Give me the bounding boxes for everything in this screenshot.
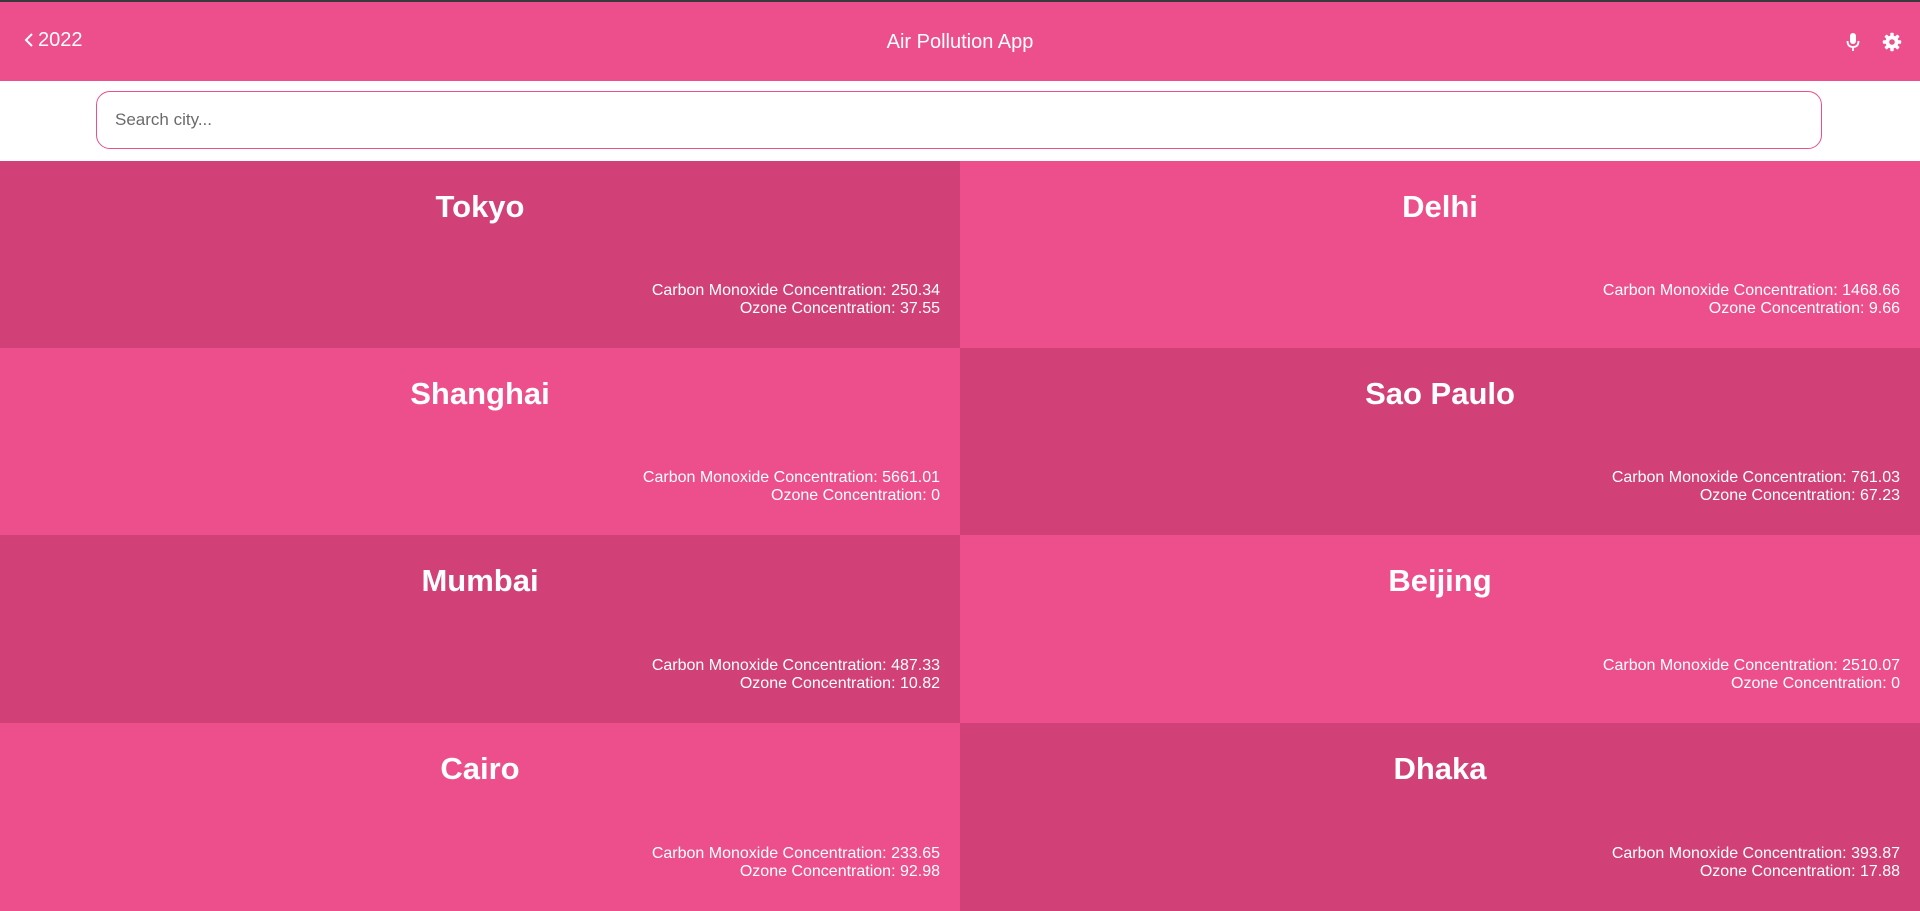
page-title: Air Pollution App: [886, 31, 1034, 53]
co-concentration: Carbon Monoxide Concentration: 233.65: [651, 845, 940, 862]
search-input[interactable]: [96, 91, 1822, 149]
city-stats: Carbon Monoxide Concentration: 761.03 Oz…: [1612, 469, 1900, 505]
city-stats: Carbon Monoxide Concentration: 250.34 Oz…: [652, 282, 940, 318]
city-grid: Tokyo Carbon Monoxide Concentration: 250…: [0, 161, 1920, 911]
appbar-actions: [1846, 32, 1902, 57]
city-card-mumbai[interactable]: Mumbai Carbon Monoxide Concentration: 48…: [0, 535, 960, 723]
co-concentration: Carbon Monoxide Concentration: 5661.01: [642, 469, 940, 486]
microphone-icon[interactable]: [1846, 32, 1860, 57]
ozone-concentration: Ozone Concentration: 9.66: [1708, 300, 1900, 317]
gear-icon[interactable]: [1882, 32, 1902, 57]
ozone-concentration: Ozone Concentration: 17.88: [1699, 863, 1900, 880]
co-concentration: Carbon Monoxide Concentration: 487.33: [651, 657, 940, 674]
city-card-dhaka[interactable]: Dhaka Carbon Monoxide Concentration: 393…: [960, 723, 1920, 911]
ozone-concentration: Ozone Concentration: 10.82: [739, 675, 940, 692]
city-stats: Carbon Monoxide Concentration: 2510.07 O…: [1603, 657, 1900, 693]
ozone-concentration: Ozone Concentration: 67.23: [1699, 487, 1900, 504]
city-name: Mumbai: [421, 563, 539, 598]
ozone-concentration: Ozone Concentration: 92.98: [739, 863, 940, 880]
city-name: Tokyo: [435, 189, 525, 224]
city-stats: Carbon Monoxide Concentration: 393.87 Oz…: [1612, 845, 1900, 881]
city-card-cairo[interactable]: Cairo Carbon Monoxide Concentration: 233…: [0, 723, 960, 911]
city-stats: Carbon Monoxide Concentration: 233.65 Oz…: [652, 845, 940, 881]
co-concentration: Carbon Monoxide Concentration: 393.87: [1611, 845, 1900, 862]
city-name: Shanghai: [410, 376, 550, 411]
co-concentration: Carbon Monoxide Concentration: 761.03: [1611, 469, 1900, 486]
city-name: Beijing: [1388, 563, 1492, 598]
co-concentration: Carbon Monoxide Concentration: 250.34: [651, 282, 940, 299]
city-stats: Carbon Monoxide Concentration: 5661.01 O…: [643, 469, 940, 505]
ozone-concentration: Ozone Concentration: 0: [1731, 675, 1900, 692]
city-stats: Carbon Monoxide Concentration: 1468.66 O…: [1603, 282, 1900, 318]
search-bar: [0, 81, 1920, 161]
app-bar: 2022 Air Pollution App: [0, 2, 1920, 81]
city-card-sao-paulo[interactable]: Sao Paulo Carbon Monoxide Concentration:…: [960, 348, 1920, 535]
ozone-concentration: Ozone Concentration: 0: [771, 487, 940, 504]
city-name: Sao Paulo: [1365, 376, 1515, 411]
city-card-beijing[interactable]: Beijing Carbon Monoxide Concentration: 2…: [960, 535, 1920, 723]
city-name: Delhi: [1402, 189, 1478, 224]
city-card-tokyo[interactable]: Tokyo Carbon Monoxide Concentration: 250…: [0, 161, 960, 348]
co-concentration: Carbon Monoxide Concentration: 1468.66: [1602, 282, 1900, 299]
city-stats: Carbon Monoxide Concentration: 487.33 Oz…: [652, 657, 940, 693]
city-card-delhi[interactable]: Delhi Carbon Monoxide Concentration: 146…: [960, 161, 1920, 348]
co-concentration: Carbon Monoxide Concentration: 2510.07: [1602, 657, 1900, 674]
ozone-concentration: Ozone Concentration: 37.55: [739, 300, 940, 317]
city-name: Dhaka: [1393, 751, 1487, 786]
city-card-shanghai[interactable]: Shanghai Carbon Monoxide Concentration: …: [0, 348, 960, 535]
city-name: Cairo: [440, 751, 520, 786]
